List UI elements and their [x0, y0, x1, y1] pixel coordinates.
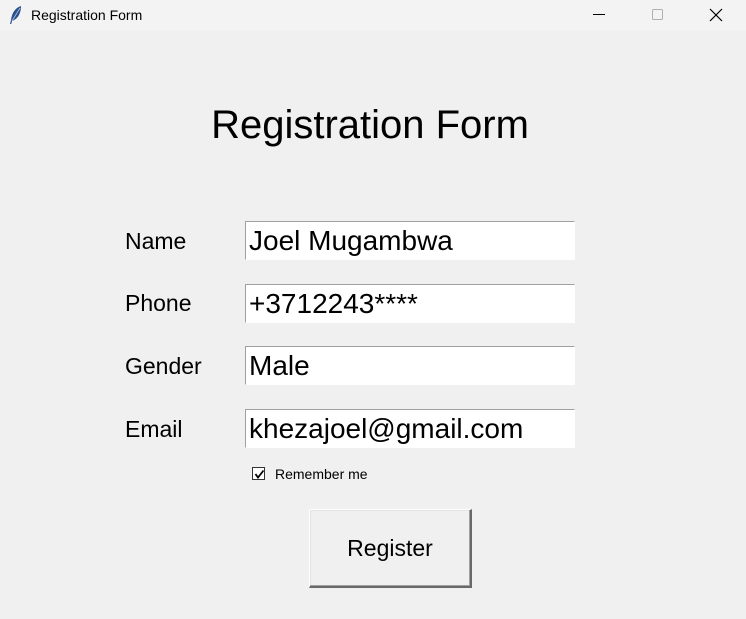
- checkmark-icon: [254, 469, 265, 480]
- phone-field[interactable]: [245, 284, 575, 323]
- phone-label: Phone: [125, 290, 192, 316]
- remember-me-label: Remember me: [275, 466, 368, 482]
- close-button[interactable]: [692, 0, 738, 31]
- register-button[interactable]: Register: [309, 509, 472, 588]
- feather-icon: [8, 5, 24, 25]
- form-heading: Registration Form: [211, 103, 529, 147]
- maximize-button[interactable]: [634, 0, 680, 31]
- minimize-button[interactable]: [576, 0, 622, 31]
- close-icon: [709, 8, 723, 22]
- checkbox-box[interactable]: [252, 467, 265, 480]
- name-label: Name: [125, 228, 187, 254]
- minimize-icon: [593, 14, 605, 15]
- name-field[interactable]: [245, 221, 575, 260]
- maximize-icon: [652, 9, 663, 20]
- gender-label: Gender: [125, 353, 202, 379]
- email-field[interactable]: [245, 409, 575, 448]
- title-bar[interactable]: Registration Form: [0, 0, 746, 31]
- window-title: Registration Form: [31, 7, 143, 23]
- gender-field[interactable]: [245, 346, 575, 385]
- app-window: Registration Form Registration Form Name…: [0, 0, 746, 619]
- email-label: Email: [125, 416, 183, 442]
